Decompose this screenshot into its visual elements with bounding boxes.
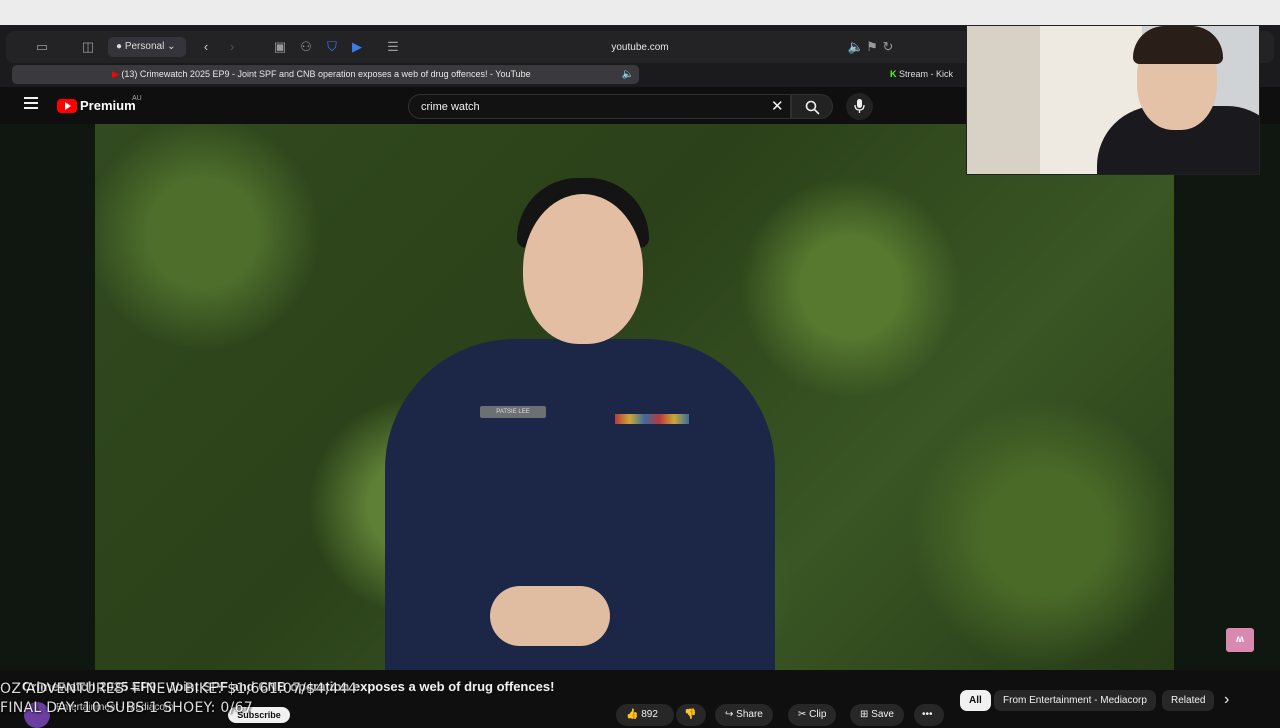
reader-icon[interactable]: ☰: [383, 39, 403, 55]
youtube-favicon-icon: ▶: [112, 69, 122, 79]
tab-title: Stream - Kick: [899, 69, 954, 79]
like-button[interactable]: 👍 892: [616, 704, 674, 726]
chevron-right-icon[interactable]: ›: [1224, 691, 1229, 709]
medal-ribbons: [615, 414, 689, 424]
tab-overview-icon[interactable]: ▣: [270, 39, 290, 55]
window-switcher-icon[interactable]: ▭: [32, 39, 52, 55]
person-icon: ●: [116, 41, 125, 52]
extension-icon[interactable]: ▶: [347, 39, 367, 55]
incognito-icon[interactable]: ⚇: [296, 39, 316, 55]
thumbs-up-icon: 👍: [626, 709, 642, 720]
search-input[interactable]: crime watch ✕: [408, 94, 791, 119]
forward-icon[interactable]: ›: [222, 39, 242, 55]
back-icon[interactable]: ‹: [196, 39, 216, 55]
chip-all[interactable]: All: [960, 690, 991, 711]
search-icon: [805, 100, 820, 115]
save-button[interactable]: ⊞ Save: [850, 704, 904, 726]
kick-favicon-icon: K: [890, 69, 899, 79]
profile-switcher[interactable]: ● Personal ⌄: [108, 37, 186, 57]
clear-search-icon[interactable]: ✕: [771, 98, 784, 115]
chip-related[interactable]: Related: [1162, 690, 1214, 711]
streamer-hair: [1133, 26, 1223, 64]
scissors-icon: ✂: [798, 709, 810, 720]
clip-button[interactable]: ✂ Clip: [788, 704, 837, 726]
thumbs-down-icon: 👎: [684, 709, 697, 720]
mediacorp-watermark-icon: ʍ: [1226, 628, 1254, 652]
clip-label: Clip: [809, 709, 827, 720]
chevron-down-icon: ⌄: [164, 41, 176, 52]
stream-subs-overlay: FINAL DAY: 10 SUBS 1 SHOEY: 0/67: [0, 700, 253, 716]
save-label: Save: [871, 709, 894, 720]
more-icon: •••: [922, 709, 933, 720]
reload-icon[interactable]: ↻: [878, 39, 898, 55]
youtube-premium-logo[interactable]: Premium: [80, 98, 136, 114]
officer-face: [523, 194, 643, 344]
share-button[interactable]: ↪ Share: [715, 704, 773, 726]
profile-label: Personal: [124, 41, 165, 52]
sidebar-toggle-icon[interactable]: ◫: [78, 39, 98, 55]
search-query[interactable]: crime watch: [421, 100, 480, 114]
tab-mute-icon[interactable]: 🔈: [618, 67, 638, 83]
stream-goal-overlay: OZ ADVENTURES + NEW BIKE: $1,661.07/$4,4…: [0, 681, 358, 697]
tab-active[interactable]: ▶ (13) Crimewatch 2025 EP9 - Joint SPF a…: [12, 65, 639, 84]
bookmark-icon: ⊞: [860, 709, 872, 720]
tab-title: (13) Crimewatch 2025 EP9 - Joint SPF and…: [121, 69, 531, 79]
region-badge: AU: [132, 95, 142, 102]
address-bar[interactable]: youtube.com: [560, 41, 720, 55]
voice-search-button[interactable]: [846, 93, 873, 120]
video-frame[interactable]: PATSIE LEE: [95, 124, 1174, 670]
dislike-button[interactable]: 👎: [676, 704, 706, 726]
officer-hands: [490, 586, 610, 646]
youtube-logo-icon[interactable]: [57, 99, 77, 113]
microphone-icon: [854, 99, 865, 113]
streamer-figure: [1037, 26, 1259, 174]
share-icon: ↪: [725, 709, 737, 720]
like-count: 892: [641, 709, 658, 720]
chip-from-channel[interactable]: From Entertainment - Mediacorp: [994, 690, 1156, 711]
share-label: Share: [736, 709, 763, 720]
streamer-webcam: [966, 25, 1260, 175]
search-button[interactable]: [791, 94, 833, 119]
shield-icon[interactable]: ⛉: [322, 39, 342, 55]
officer-nametag: PATSIE LEE: [480, 406, 546, 418]
menu-icon[interactable]: [24, 97, 38, 112]
video-player[interactable]: PATSIE LEE ʍ: [0, 124, 1280, 670]
more-actions-button[interactable]: •••: [914, 704, 944, 726]
macos-menu-bar: [0, 0, 1280, 25]
